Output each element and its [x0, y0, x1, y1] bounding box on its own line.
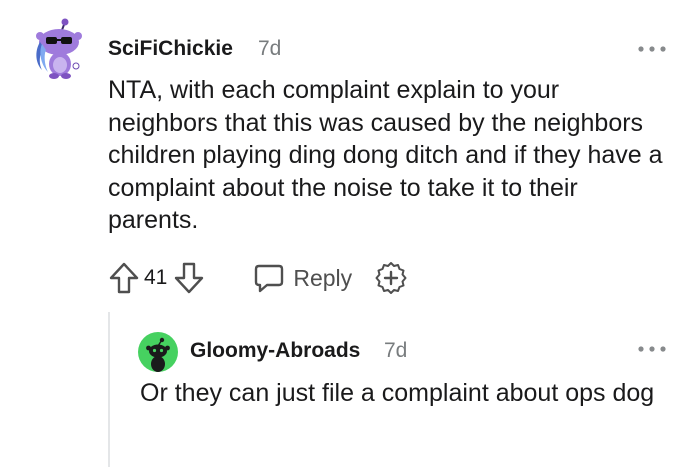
downvote-icon[interactable] [173, 261, 205, 295]
comment-username[interactable]: SciFiChickie [108, 36, 233, 62]
reply-body: Or they can just file a complaint about … [140, 379, 655, 407]
award-icon[interactable] [374, 261, 408, 295]
snoo-sunglasses-avatar-icon[interactable] [32, 18, 86, 80]
reply-age: 7d [384, 339, 408, 362]
speech-bubble-icon [253, 263, 285, 293]
comment-actions: 41 Reply [108, 258, 408, 298]
more-options-icon[interactable] [638, 46, 666, 52]
snoo-default-avatar-icon[interactable] [138, 332, 178, 372]
upvote-icon[interactable] [108, 261, 140, 295]
comment-body: NTA, with each complaint explain to your… [108, 76, 663, 234]
comment-age: 7d [258, 37, 282, 60]
vote-count: 41 [144, 266, 168, 289]
more-options-icon[interactable] [638, 346, 666, 352]
reply-label: Reply [293, 265, 353, 291]
reply-username[interactable]: Gloomy-Abroads [190, 338, 360, 364]
thread-line[interactable] [108, 312, 110, 467]
reply-button[interactable]: Reply [253, 261, 352, 295]
comment-thread: SciFiChickie 7d NTA, with each complaint… [0, 0, 700, 467]
